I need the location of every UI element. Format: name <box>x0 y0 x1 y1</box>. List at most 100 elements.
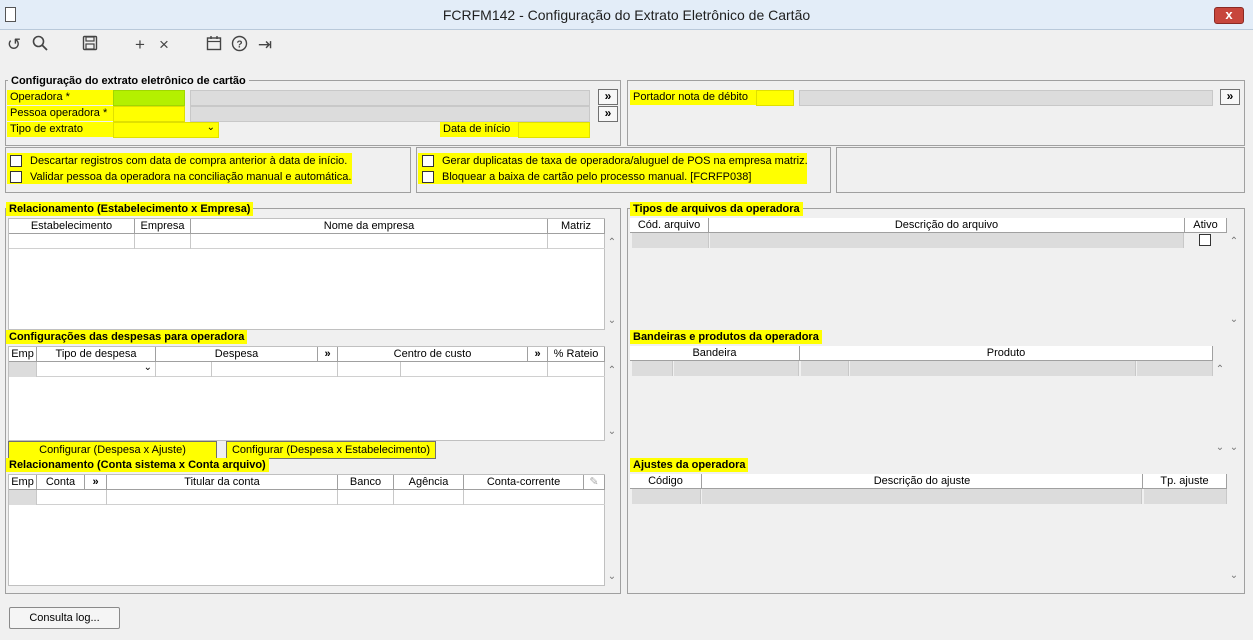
data-inicio-label: Data de início <box>440 122 518 137</box>
scroll-down-icon[interactable]: ⌄ <box>1213 442 1227 453</box>
tipo-select[interactable]: ⌄ <box>113 122 219 138</box>
portador-input[interactable] <box>756 90 794 106</box>
calendar-icon[interactable] <box>204 35 224 55</box>
rel-conta-legend: Relacionamento (Conta sistema x Conta ar… <box>6 458 269 472</box>
edit-icon[interactable]: ✎ <box>584 475 605 490</box>
scroll-down-icon[interactable]: ⌄ <box>1227 442 1241 453</box>
col-centro-custo[interactable]: Centro de custo <box>338 347 528 362</box>
data-inicio-input[interactable] <box>518 122 590 138</box>
centro-lookup-button[interactable]: » <box>528 347 548 362</box>
col-empresa[interactable]: Empresa <box>135 219 191 234</box>
col-cod-arquivo[interactable]: Cód. arquivo <box>630 218 709 233</box>
scroll-up-icon[interactable]: ⌃ <box>1227 236 1241 247</box>
add-icon[interactable]: + <box>130 35 150 55</box>
chevron-down-icon[interactable]: ⌄ <box>144 362 152 373</box>
scroll-down-icon[interactable]: ⌄ <box>605 426 619 437</box>
consulta-log-button[interactable]: Consulta log... <box>9 607 120 629</box>
table-row[interactable] <box>9 234 605 249</box>
col-tipo-despesa[interactable]: Tipo de despesa <box>37 347 156 362</box>
col-codigo[interactable]: Código <box>630 474 702 489</box>
search-icon[interactable] <box>30 35 50 55</box>
table-row[interactable] <box>630 361 1227 376</box>
title-bar: FCRFM142 - Configuração do Extrato Eletr… <box>0 0 1253 30</box>
col-emp[interactable]: Emp <box>9 475 37 490</box>
operadora-label: Operadora * <box>7 90 113 105</box>
scroll-down-icon[interactable]: ⌄ <box>1227 570 1241 581</box>
close-button[interactable]: x <box>1214 7 1244 24</box>
pessoa-lookup-button[interactable]: » <box>598 106 618 122</box>
col-agencia[interactable]: Agência <box>394 475 464 490</box>
table-row[interactable] <box>630 233 1227 248</box>
col-titular[interactable]: Titular da conta <box>107 475 338 490</box>
gerar-checkbox[interactable] <box>422 155 434 167</box>
tipo-label: Tipo de extrato <box>7 122 113 137</box>
scroll-down-icon[interactable]: ⌄ <box>605 571 619 582</box>
validar-label: Validar pessoa da operadora na conciliaç… <box>30 171 352 183</box>
col-descricao-ajuste[interactable]: Descrição do ajuste <box>702 474 1143 489</box>
gerar-label: Gerar duplicatas de taxa de operadora/al… <box>442 155 808 167</box>
despesas-grid: Emp Tipo de despesa Despesa » Centro de … <box>8 346 616 441</box>
validar-checkbox[interactable] <box>10 171 22 183</box>
col-ativo[interactable]: Ativo <box>1185 218 1227 233</box>
descartar-label: Descartar registros com data de compra a… <box>30 155 348 167</box>
delete-icon[interactable]: × <box>154 35 174 55</box>
tipos-arq-legend: Tipos de arquivos da operadora <box>630 202 803 216</box>
col-estabelecimento[interactable]: Estabelecimento <box>9 219 135 234</box>
bloquear-label: Bloquear a baixa de cartão pelo processo… <box>442 171 752 183</box>
descartar-checkbox[interactable] <box>10 155 22 167</box>
scroll-up-icon[interactable]: ⌃ <box>1213 364 1227 375</box>
chevron-down-icon: ⌄ <box>206 122 215 133</box>
bandeiras-grid: Bandeira Produto ⌃ ⌄ ⌄ <box>630 346 1241 458</box>
portador-name-field <box>799 90 1213 106</box>
table-row[interactable] <box>630 489 1227 504</box>
col-rateio[interactable]: % Rateio <box>548 347 605 362</box>
rel-conta-grid: Emp Conta » Titular da conta Banco Agênc… <box>8 474 616 586</box>
ativo-checkbox[interactable] <box>1199 234 1211 246</box>
col-tp-ajuste[interactable]: Tp. ajuste <box>1143 474 1227 489</box>
portador-label: Portador nota de débito <box>630 90 756 105</box>
ajustes-grid: Código Descrição do ajuste Tp. ajuste ⌄ <box>630 474 1241 586</box>
bandeiras-legend: Bandeiras e produtos da operadora <box>630 330 822 344</box>
table-row[interactable] <box>9 490 605 505</box>
pessoa-name-field <box>190 106 590 122</box>
conta-lookup-button[interactable]: » <box>85 475 107 490</box>
table-row[interactable]: ⌄ <box>9 362 605 377</box>
operadora-lookup-button[interactable]: » <box>598 89 618 105</box>
operadora-input[interactable] <box>113 90 185 106</box>
col-conta[interactable]: Conta <box>37 475 85 490</box>
config-legend: Configuração do extrato eletrônico de ca… <box>8 74 249 88</box>
scroll-up-icon[interactable]: ⌃ <box>605 365 619 376</box>
despesa-lookup-button[interactable]: » <box>318 347 338 362</box>
rel-estab-grid: Estabelecimento Empresa Nome da empresa … <box>8 218 616 330</box>
col-matriz[interactable]: Matriz <box>548 219 605 234</box>
col-nome-empresa[interactable]: Nome da empresa <box>191 219 548 234</box>
col-despesa[interactable]: Despesa <box>156 347 318 362</box>
despesas-legend: Configurações das despesas para operador… <box>6 330 248 344</box>
scroll-down-icon[interactable]: ⌄ <box>1227 314 1241 325</box>
portador-lookup-button[interactable]: » <box>1220 89 1240 105</box>
ajustes-legend: Ajustes da operadora <box>630 458 749 472</box>
pessoa-input[interactable] <box>113 106 185 122</box>
refresh-icon[interactable]: ↺ <box>4 35 24 55</box>
pessoa-label: Pessoa operadora * <box>7 106 113 121</box>
col-emp[interactable]: Emp <box>9 347 37 362</box>
config-despesa-ajuste-button[interactable]: Configurar (Despesa x Ajuste) <box>8 441 217 459</box>
col-conta-corrente[interactable]: Conta-corrente <box>464 475 584 490</box>
scroll-down-icon[interactable]: ⌄ <box>605 315 619 326</box>
col-banco[interactable]: Banco <box>338 475 394 490</box>
checks-panel-right <box>836 147 1245 193</box>
scroll-up-icon[interactable]: ⌃ <box>605 237 619 248</box>
window-title: FCRFM142 - Configuração do Extrato Eletr… <box>442 7 811 23</box>
save-icon[interactable] <box>80 35 100 55</box>
config-despesa-estab-button[interactable]: Configurar (Despesa x Estabelecimento) <box>226 441 436 459</box>
svg-text:?: ? <box>236 40 242 51</box>
exit-icon[interactable]: ⇥ <box>255 35 275 55</box>
col-bandeira[interactable]: Bandeira <box>630 346 800 361</box>
col-descricao-arquivo[interactable]: Descrição do arquivo <box>709 218 1185 233</box>
bloquear-checkbox[interactable] <box>422 171 434 183</box>
tipos-arq-grid: Cód. arquivo Descrição do arquivo Ativo … <box>630 218 1241 330</box>
col-produto[interactable]: Produto <box>800 346 1213 361</box>
operadora-name-field <box>190 90 590 106</box>
toolbar: ↺ + × ? ⇥ <box>0 31 1253 59</box>
help-icon[interactable]: ? <box>229 35 249 55</box>
